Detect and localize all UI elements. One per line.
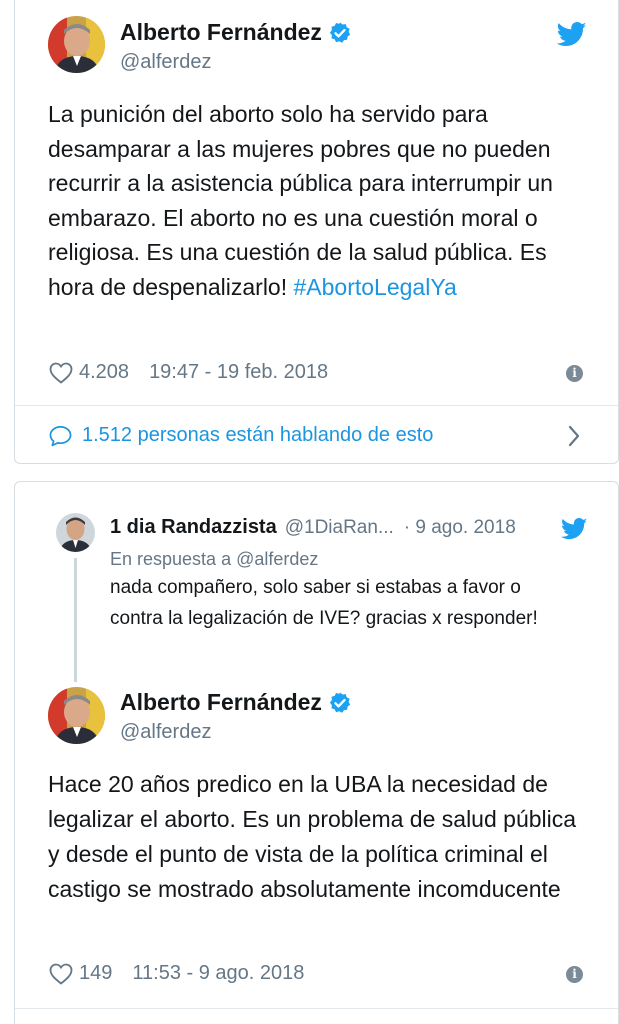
tweet-meta: 4.208 19:47 - 19 feb. 2018 (49, 361, 328, 384)
tweet-meta: 149 11:53 - 9 ago. 2018 (49, 962, 304, 985)
tweet-card-2: 1 dia Randazzista @1DiaRan... · 9 ago. 2… (14, 481, 619, 1024)
reply-date[interactable]: · 9 ago. 2018 (404, 517, 516, 539)
reply-author-avatar[interactable] (56, 513, 95, 552)
timestamp[interactable]: 11:53 - 9 ago. 2018 (132, 962, 304, 985)
hashtag-link[interactable]: #AbortoLegalYa (294, 274, 457, 300)
tweet-body: La punición del aborto solo ha servido p… (48, 101, 553, 300)
like-count: 4.208 (79, 361, 130, 383)
reply-author-row: 1 dia Randazzista @1DiaRan... · 9 ago. 2… (110, 516, 516, 539)
in-reply-to[interactable]: En respuesta a @alferdez (110, 549, 318, 570)
conversation-text: 1.512 personas están hablando de esto (82, 424, 434, 446)
author-name[interactable]: Alberto Fernández (120, 19, 322, 46)
author-name-row: Alberto Fernández (120, 19, 352, 46)
author-handle[interactable]: @alferdez (120, 51, 211, 74)
tweet-card-1: Alberto Fernández @alferdez La punición … (14, 0, 619, 464)
divider (15, 1008, 618, 1009)
thread-connector (74, 558, 77, 682)
speech-bubble-icon (49, 425, 72, 446)
author-avatar[interactable] (48, 16, 105, 73)
heart-icon[interactable] (49, 963, 73, 985)
reply-author-name[interactable]: 1 dia Randazzista (110, 516, 277, 539)
divider (15, 405, 618, 406)
heart-icon[interactable] (49, 362, 73, 384)
reply-author-handle[interactable]: @1DiaRan... (285, 517, 394, 539)
chevron-right-icon[interactable] (567, 425, 581, 447)
author-name-row: Alberto Fernández (120, 689, 352, 716)
tweet-text: Hace 20 años predico en la UBA la necesi… (48, 771, 577, 902)
info-icon[interactable]: i (566, 966, 583, 983)
twitter-bird-icon[interactable] (557, 22, 587, 47)
author-avatar[interactable] (48, 687, 105, 744)
author-name[interactable]: Alberto Fernández (120, 689, 322, 716)
like-count: 149 (79, 962, 113, 984)
reply-text: nada compañero, solo saber si estabas a … (110, 577, 538, 629)
tweet-text: La punición del aborto solo ha servido p… (48, 97, 593, 305)
twitter-bird-icon[interactable] (561, 518, 588, 540)
conversation-link[interactable]: 1.512 personas están hablando de esto (49, 424, 433, 447)
verified-badge-icon (329, 692, 351, 713)
author-handle[interactable]: @alferdez (120, 721, 211, 744)
info-icon[interactable]: i (566, 365, 583, 382)
timestamp[interactable]: 19:47 - 19 feb. 2018 (149, 361, 328, 384)
verified-badge-icon (329, 22, 351, 43)
